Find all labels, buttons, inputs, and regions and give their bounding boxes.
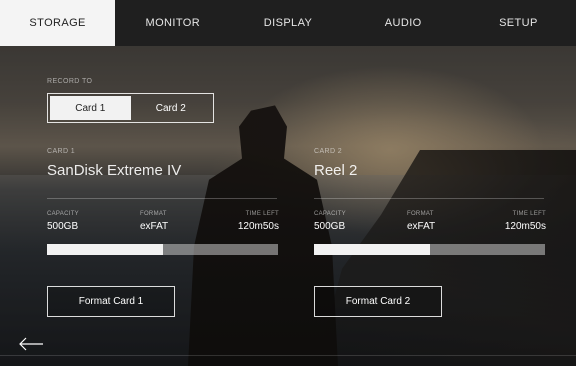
tab-setup[interactable]: SETUP	[461, 0, 576, 46]
card2-capacity-value: 500GB	[314, 221, 346, 232]
card2-info: CARD 2 Reel 2	[314, 148, 546, 179]
record-to-card1-button[interactable]: Card 1	[50, 96, 131, 120]
card2-format-label: FORMAT	[407, 211, 434, 217]
card2-name: Reel 2	[314, 162, 358, 179]
card1-capacity: CAPACITY 500GB	[47, 211, 79, 232]
bottom-divider	[0, 355, 576, 356]
format-card2-button[interactable]: Format Card 2	[314, 286, 442, 317]
card1-divider	[47, 198, 277, 199]
card1-format: FORMAT exFAT	[140, 211, 168, 232]
record-to-label: RECORD TO	[47, 78, 93, 85]
record-to-selector: Card 1 Card 2	[47, 93, 214, 123]
card1-format-label: FORMAT	[140, 211, 167, 217]
tab-display[interactable]: DISPLAY	[230, 0, 345, 46]
tab-storage[interactable]: STORAGE	[0, 0, 116, 46]
card1-usage-fill	[47, 244, 163, 255]
card2-format-value: exFAT	[407, 221, 436, 232]
card1-tag: CARD 1	[47, 148, 76, 155]
card1-capacity-label: CAPACITY	[47, 211, 79, 217]
card2-format: FORMAT exFAT	[407, 211, 435, 232]
record-to-card2-button[interactable]: Card 2	[131, 96, 212, 120]
card2-stats: CAPACITY 500GB FORMAT exFAT TIME LEFT 12…	[314, 211, 546, 239]
card1-info: CARD 1 SanDisk Extreme IV	[47, 148, 279, 179]
card1-format-value: exFAT	[140, 221, 169, 232]
card2-tag: CARD 2	[314, 148, 343, 155]
card1-name: SanDisk Extreme IV	[47, 162, 182, 179]
card2-usage-bar	[314, 244, 545, 255]
card2-usage-fill	[314, 244, 430, 255]
format-card1-button[interactable]: Format Card 1	[47, 286, 175, 317]
card2-time-left-label: TIME LEFT	[512, 211, 546, 217]
card2-capacity-label: CAPACITY	[314, 211, 346, 217]
tab-monitor[interactable]: MONITOR	[115, 0, 230, 46]
card2-capacity: CAPACITY 500GB	[314, 211, 346, 232]
card1-time-left: TIME LEFT 120m50s	[238, 211, 279, 232]
card1-time-left-label: TIME LEFT	[245, 211, 279, 217]
card2-time-left-value: 120m50s	[504, 221, 546, 232]
card1-usage-bar	[47, 244, 278, 255]
tab-bar: STORAGE MONITOR DISPLAY AUDIO SETUP	[0, 0, 576, 46]
card1-stats: CAPACITY 500GB FORMAT exFAT TIME LEFT 12…	[47, 211, 279, 239]
card1-time-left-value: 120m50s	[237, 221, 279, 232]
storage-screen: STORAGE MONITOR DISPLAY AUDIO SETUP RECO…	[0, 0, 576, 366]
tab-audio[interactable]: AUDIO	[346, 0, 461, 46]
card2-divider	[314, 198, 544, 199]
card1-capacity-value: 500GB	[47, 221, 79, 232]
card2-time-left: TIME LEFT 120m50s	[505, 211, 546, 232]
back-arrow-icon[interactable]	[18, 337, 44, 351]
